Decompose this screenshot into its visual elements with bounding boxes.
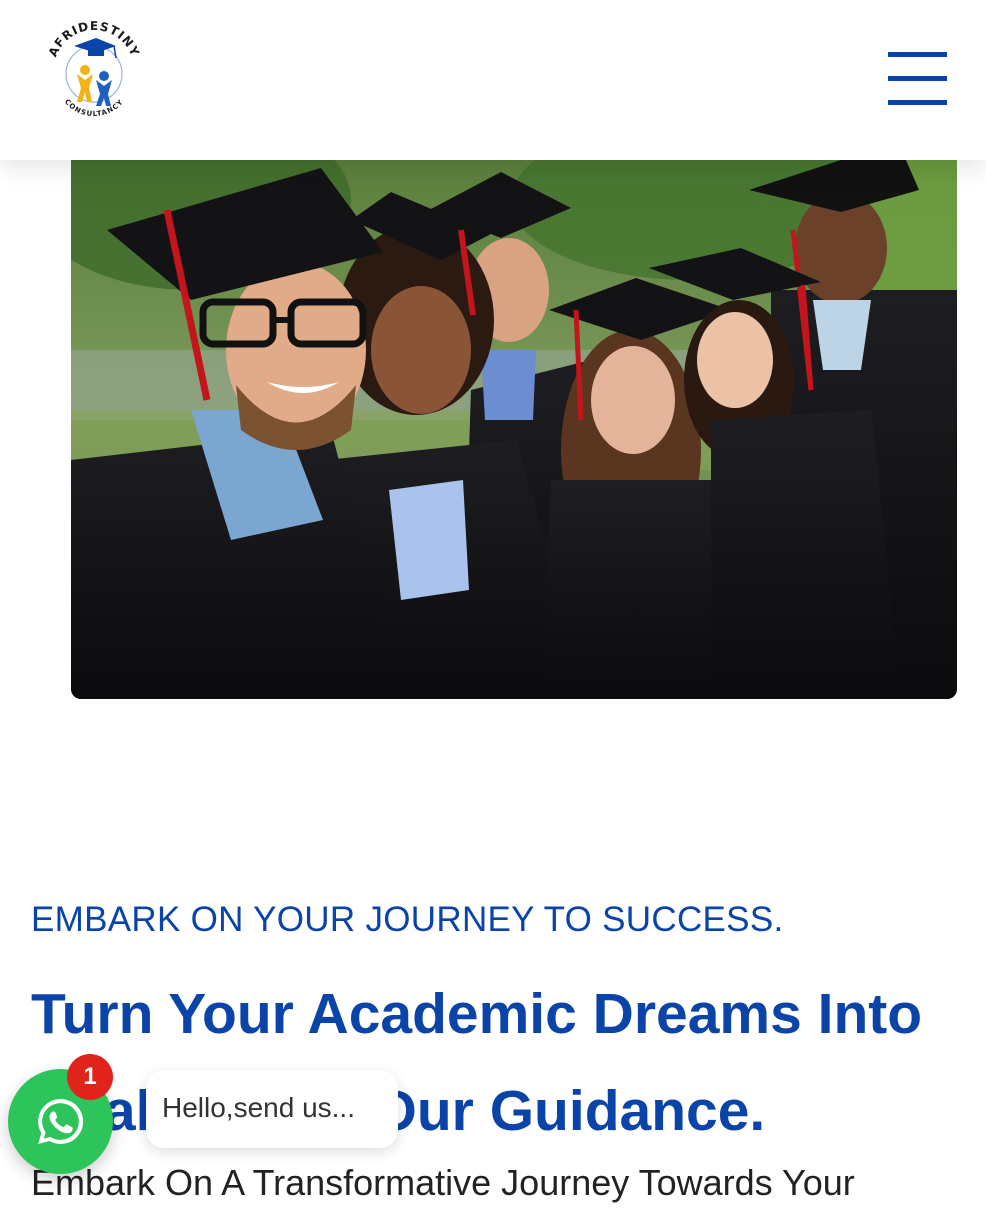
notification-badge: 1	[67, 1054, 113, 1100]
menu-bar-icon	[888, 100, 947, 105]
site-logo[interactable]: AFRIDESTINY CONSULTANCY	[44, 18, 144, 122]
menu-bar-icon	[888, 76, 947, 81]
hero-eyebrow: EMBARK ON YOUR JOURNEY TO SUCCESS.	[31, 900, 784, 939]
hero-subtext: Embark On A Transformative Journey Towar…	[31, 1162, 855, 1203]
hamburger-menu-button[interactable]	[884, 46, 950, 112]
site-header: AFRIDESTINY CONSULTANCY	[0, 0, 986, 160]
whatsapp-greeting-text: Hello,send us...	[162, 1092, 355, 1123]
hero-image-graduates	[71, 160, 957, 699]
whatsapp-icon	[38, 1099, 84, 1144]
menu-bar-icon	[888, 52, 947, 57]
whatsapp-greeting-bubble[interactable]: Hello,send us...	[146, 1070, 398, 1148]
